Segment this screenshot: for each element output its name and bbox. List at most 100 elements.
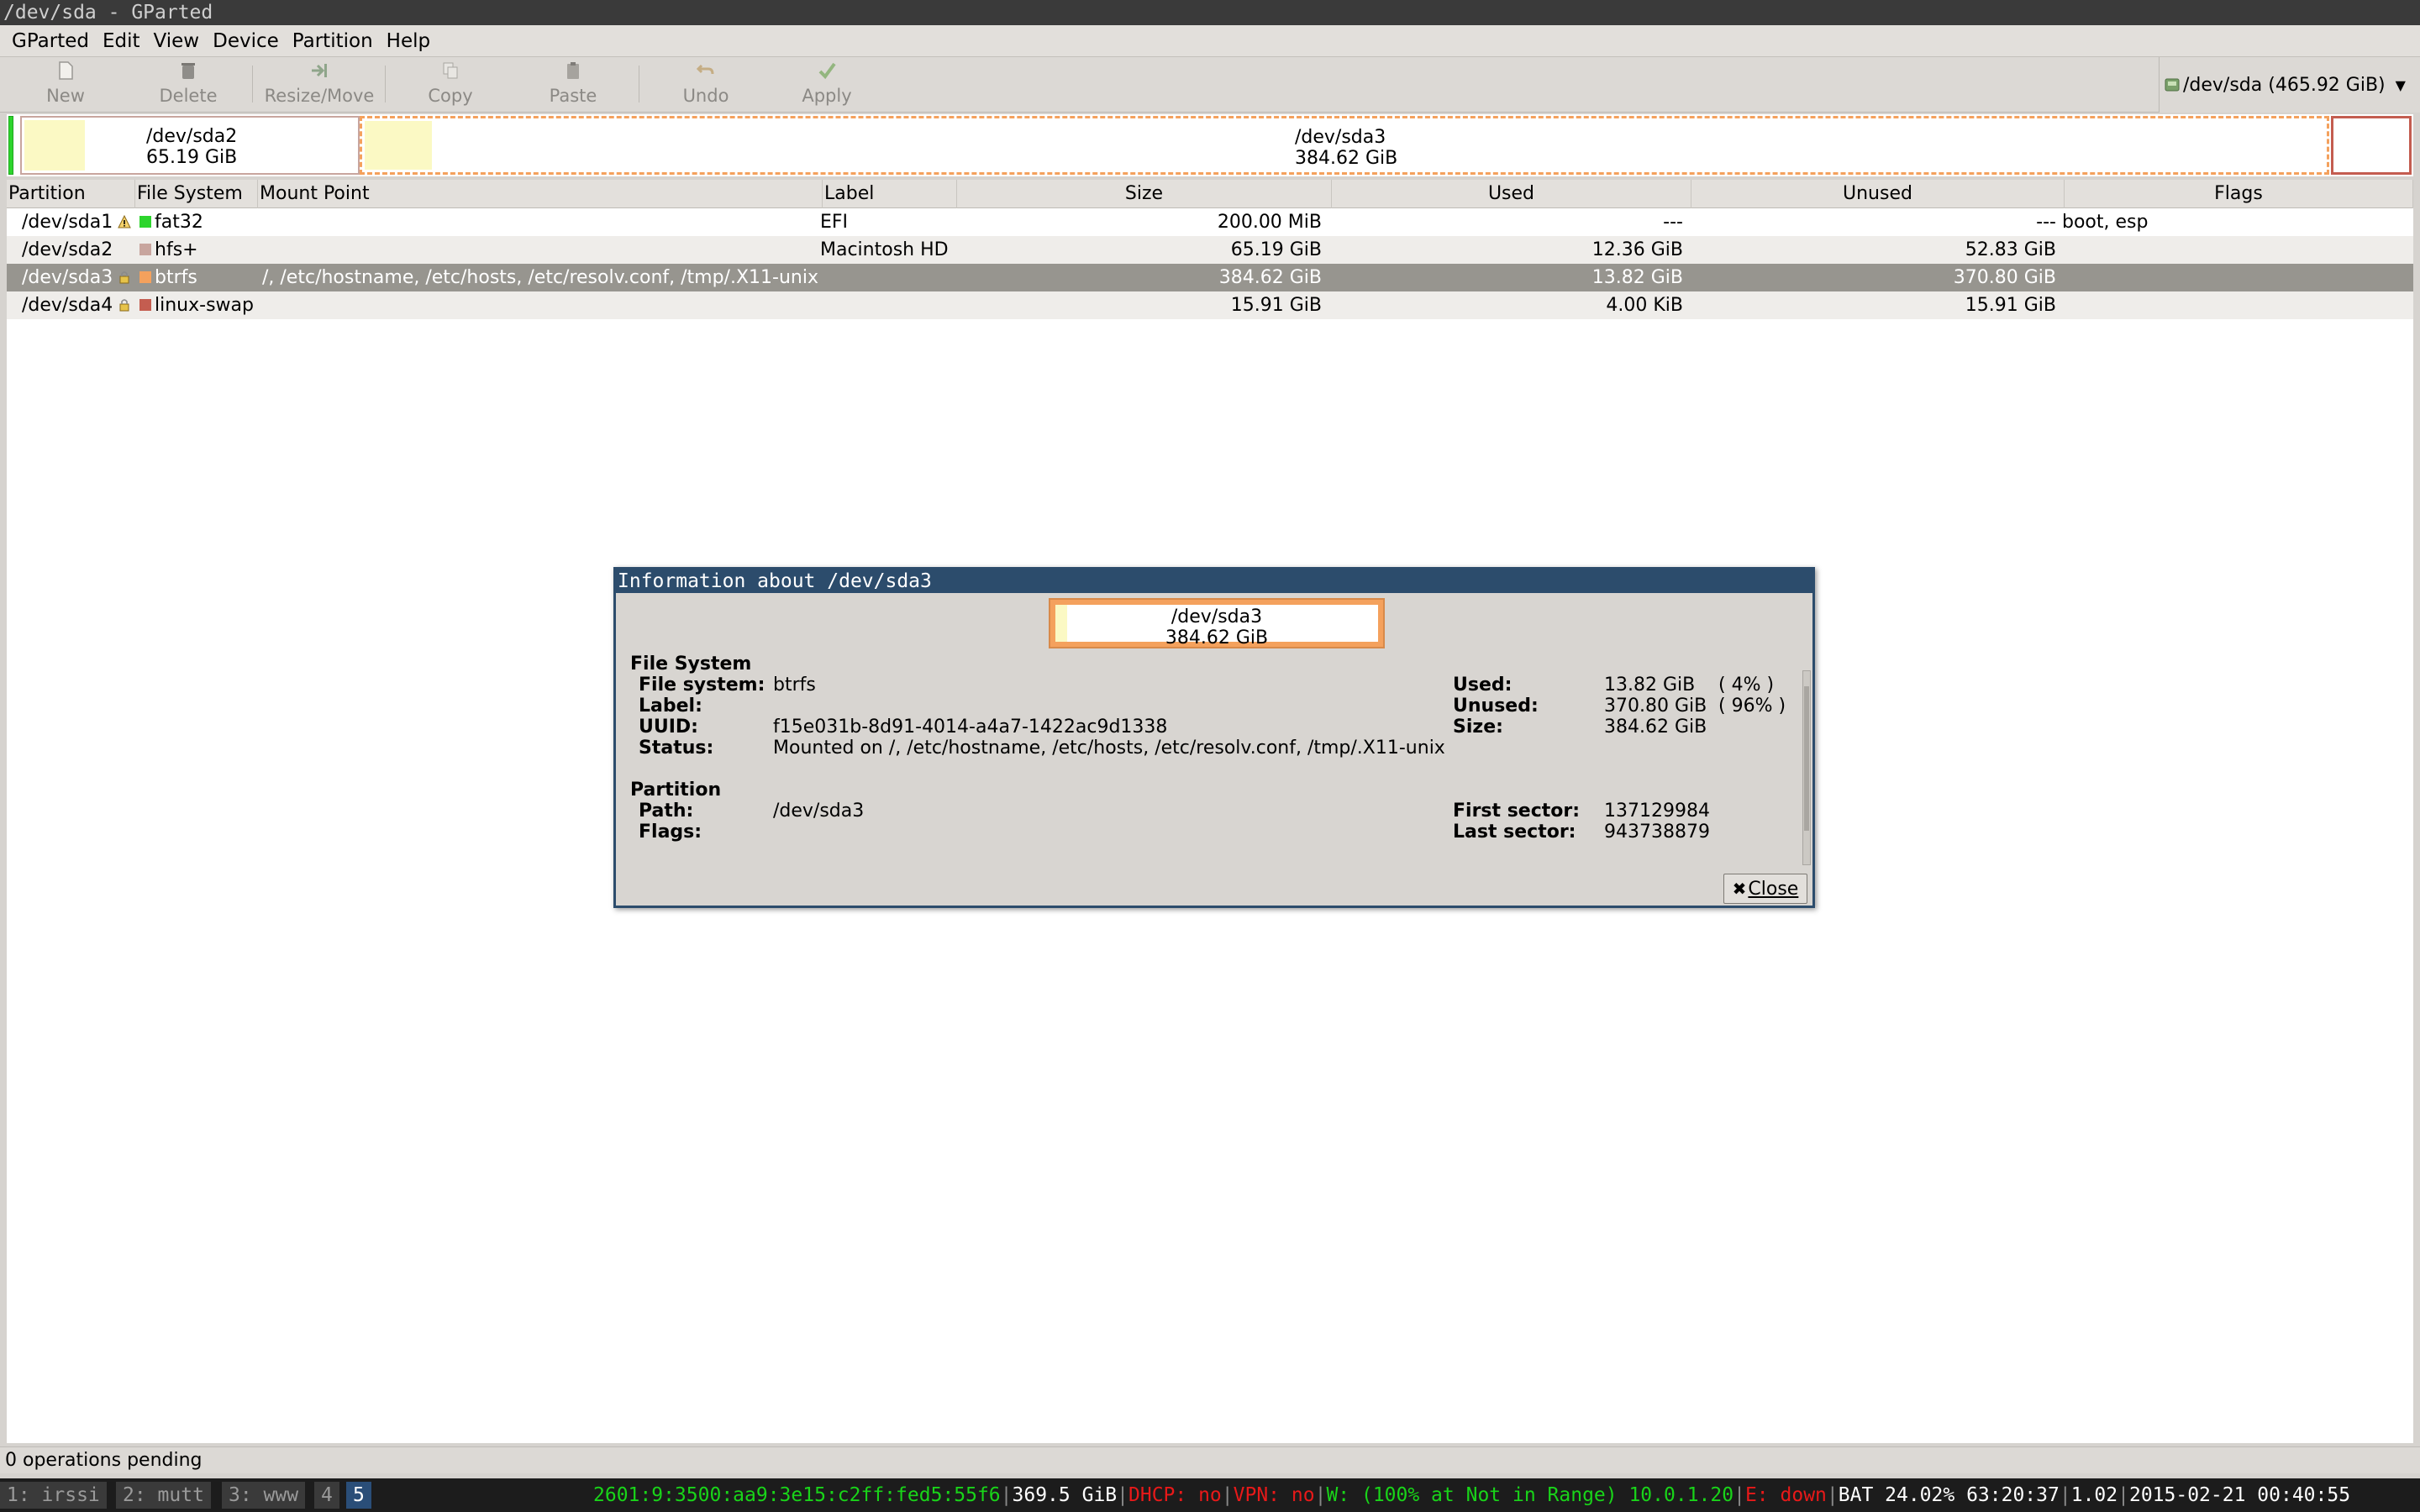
undo-arrow-icon (697, 64, 714, 75)
copy-icon (443, 62, 458, 79)
cell-filesystem: btrfs (155, 267, 197, 288)
scrollbar-thumb[interactable] (1804, 686, 1809, 831)
status-disk: 369.5 GiB (1012, 1484, 1118, 1506)
cell-size: 200.00 MiB (1217, 212, 1322, 233)
menu-edit[interactable]: Edit (96, 25, 147, 57)
status-ipv6: 2601:9:3500:aa9:3e15:c2ff:fed5:55f6 (593, 1484, 1001, 1506)
menu-help[interactable]: Help (380, 25, 437, 57)
dialog-map-size: 384.62 GiB (1165, 627, 1269, 648)
value-unused: 370.80 GiB (1604, 696, 1707, 717)
status-load: 1.02 (2070, 1484, 2118, 1506)
partition-map-sda1[interactable] (8, 116, 13, 175)
close-button[interactable]: ✖ Close (1723, 874, 1807, 904)
close-button-label: Close (1748, 878, 1799, 900)
status-battery: BAT 24.02% 63:20:37 (1838, 1484, 2060, 1506)
workspace-5[interactable]: 5 (346, 1482, 371, 1509)
copy-button[interactable]: Copy (420, 60, 481, 109)
toolbar-separator (385, 66, 386, 102)
workspace-2[interactable]: 2: mutt (116, 1482, 211, 1509)
table-row[interactable]: /dev/sda4 linux-swap 15.91 GiB 4.00 KiB … (7, 291, 2413, 319)
table-row[interactable]: /dev/sda3 btrfs /, /etc/hostname, /etc/h… (7, 264, 2413, 291)
workspace-1[interactable]: 1: irssi (0, 1482, 107, 1509)
status-ethernet: E: down (1744, 1484, 1827, 1506)
resize-move-button[interactable]: Resize/Move (260, 60, 378, 109)
cell-used: 13.82 GiB (1591, 267, 1683, 288)
cell-unused: 52.83 GiB (1965, 239, 2056, 260)
column-header-size[interactable]: Size (957, 180, 1332, 208)
value-filesystem: btrfs (773, 675, 816, 696)
dialog-map-name: /dev/sda3 (1171, 606, 1263, 627)
column-header-used[interactable]: Used (1332, 180, 1691, 208)
partition-map: /dev/sda2 65.19 GiB /dev/sda3 384.62 GiB (7, 114, 2413, 176)
used-space-bar (24, 120, 85, 171)
cell-mount-point: /, /etc/hostname, /etc/hosts, /etc/resol… (262, 267, 818, 288)
value-used-percent: ( 4% ) (1718, 675, 1775, 696)
dialog-title: Information about /dev/sda3 (616, 570, 1812, 593)
status-dhcp: DHCP: no (1128, 1484, 1222, 1506)
status-bar: 0 operations pending (0, 1446, 2420, 1473)
label-label: Label: (639, 696, 702, 717)
warning-icon (118, 215, 131, 228)
close-icon: ✖ (1732, 879, 1747, 899)
apply-button[interactable]: Apply (797, 60, 857, 109)
lock-icon (119, 271, 129, 284)
cell-used: 4.00 KiB (1606, 295, 1683, 316)
label-flags: Flags: (639, 822, 702, 843)
label-filesystem: File system: (639, 675, 765, 696)
section-title-partition: Partition (630, 780, 722, 801)
partition-map-sda2-label: /dev/sda2 65.19 GiB (146, 126, 237, 168)
cell-partition: /dev/sda2 (22, 239, 113, 260)
partition-table-header: Partition File System Mount Point Label … (7, 180, 2413, 208)
panel-status-line: 2601:9:3500:aa9:3e15:c2ff:fed5:55f6|369.… (593, 1484, 2351, 1506)
cell-unused: 370.80 GiB (1953, 267, 2056, 288)
column-header-partition[interactable]: Partition (7, 180, 135, 208)
section-title-filesystem: File System (630, 654, 752, 675)
toolbar-separator (252, 66, 253, 102)
value-unused-percent: ( 96% ) (1718, 696, 1786, 717)
value-first-sector: 137129984 (1604, 801, 1710, 822)
label-path: Path: (639, 801, 694, 822)
column-header-mount-point[interactable]: Mount Point (258, 180, 823, 208)
checkmark-icon (818, 62, 836, 80)
partition-map-sda3[interactable]: /dev/sda3 384.62 GiB (360, 116, 2329, 175)
device-selector-label: /dev/sda (465.92 GiB) (2183, 74, 2386, 96)
menu-view[interactable]: View (147, 25, 207, 57)
value-size: 384.62 GiB (1604, 717, 1707, 738)
value-used: 13.82 GiB (1604, 675, 1696, 696)
menubar: GParted Edit View Device Partition Help (0, 25, 2420, 57)
partition-map-sda3-label: /dev/sda3 384.62 GiB (1295, 127, 1397, 169)
menu-gparted[interactable]: GParted (5, 25, 96, 57)
toolbar: New Delete Resize/Move Copy Paste Undo A… (0, 57, 2420, 113)
dialog-scrollbar[interactable] (1802, 670, 1811, 865)
label-size: Size: (1453, 717, 1503, 738)
column-header-unused[interactable]: Unused (1691, 180, 2065, 208)
partition-map-sda2[interactable]: /dev/sda2 65.19 GiB (20, 116, 360, 175)
label-uuid: UUID: (639, 717, 698, 738)
cell-size: 384.62 GiB (1218, 267, 1322, 288)
delete-button[interactable]: Delete (151, 60, 225, 109)
column-header-flags[interactable]: Flags (2065, 180, 2413, 208)
new-button[interactable]: New (34, 60, 97, 109)
table-row[interactable]: /dev/sda2 hfs+ Macintosh HD 65.19 GiB 12… (7, 236, 2413, 264)
cell-partition: /dev/sda1 (22, 212, 113, 233)
partition-map-sda4[interactable] (2331, 116, 2412, 175)
column-header-filesystem[interactable]: File System (135, 180, 258, 208)
cell-used: --- (1663, 212, 1683, 233)
workspace-4[interactable]: 4 (314, 1482, 339, 1509)
label-status: Status: (639, 738, 714, 759)
menu-device[interactable]: Device (206, 25, 286, 57)
workspace-3[interactable]: 3: www (222, 1482, 306, 1509)
device-selector[interactable]: /dev/sda (465.92 GiB) ▼ (2159, 57, 2420, 113)
new-document-icon (59, 61, 73, 80)
clipboard-icon (567, 62, 579, 79)
partition-map-sda3-size: 384.62 GiB (1295, 148, 1398, 169)
status-vpn: VPN: no (1233, 1484, 1315, 1506)
cell-size: 15.91 GiB (1230, 295, 1322, 316)
undo-button[interactable]: Undo (676, 60, 736, 109)
paste-button[interactable]: Paste (543, 60, 603, 109)
table-row[interactable]: /dev/sda1 fat32 EFI 200.00 MiB --- --- b… (7, 208, 2413, 236)
menu-partition[interactable]: Partition (286, 25, 380, 57)
chevron-down-icon: ▼ (2395, 76, 2406, 93)
column-header-label[interactable]: Label (823, 180, 957, 208)
filesystem-color-swatch (139, 299, 151, 311)
